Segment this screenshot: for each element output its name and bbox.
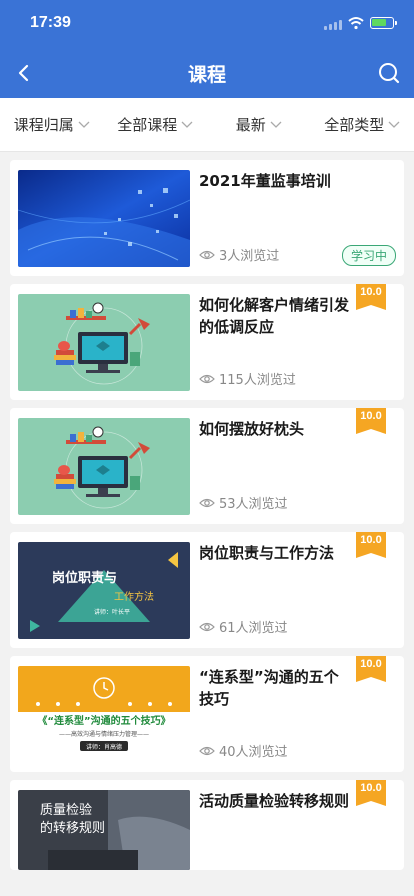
filter-all-types[interactable]: 全部类型 xyxy=(311,98,414,151)
filter-sort[interactable]: 最新 xyxy=(207,98,311,151)
course-card[interactable]: 质量检验 的转移规则 活动质量检验转移规则 10.0 xyxy=(10,780,404,870)
view-count: 3人浏览过 xyxy=(199,245,279,264)
filter-all-courses[interactable]: 全部课程 xyxy=(104,98,208,151)
chevron-down-icon xyxy=(181,121,193,128)
wifi-icon xyxy=(348,17,364,30)
filter-label: 课程归属 xyxy=(13,116,74,134)
view-count-text: 40人浏览过 xyxy=(219,745,288,760)
course-card[interactable]: 如何化解客户情绪引发的低调反应 115人浏览过 10.0 xyxy=(10,284,404,400)
eye-icon xyxy=(199,374,215,383)
status-time: 17:39 xyxy=(30,14,71,31)
score-value: 10.0 xyxy=(360,782,382,794)
eye-icon xyxy=(199,250,215,259)
thumb-text-line1: 岗位职责与 xyxy=(52,570,117,586)
score-value: 10.0 xyxy=(360,286,382,298)
view-count-text: 61人浏览过 xyxy=(219,621,288,636)
thumb-text-line1: 质量检验 xyxy=(40,802,92,818)
filter-label: 最新 xyxy=(235,116,266,134)
course-card[interactable]: 2021年董监事培训 3人浏览过 学习中 xyxy=(10,160,404,276)
score-badge: 10.0 xyxy=(356,408,386,438)
course-title: 岗位职责与工作方法 xyxy=(199,544,335,562)
course-title: 活动质量检验转移规则 xyxy=(199,792,350,810)
course-card[interactable]: 如何摆放好枕头 53人浏览过 10.0 xyxy=(10,408,404,524)
course-title: “连系型”沟通的五个技巧 xyxy=(199,668,339,708)
thumb-text-line3: 讲师：叶长平 xyxy=(94,608,130,616)
view-count: 40人浏览过 xyxy=(199,741,288,760)
status-bar: 17:39 xyxy=(0,0,414,48)
thumb-text-line3: 讲师：肖高德 xyxy=(86,743,122,751)
eye-icon xyxy=(199,746,215,755)
course-title: 如何化解客户情绪引发的低调反应 xyxy=(199,296,350,336)
eye-icon xyxy=(199,622,215,631)
filter-bar: 课程归属 全部课程 最新 全部类型 xyxy=(0,98,414,152)
course-card[interactable]: 岗位职责与 工作方法 讲师：叶长平 岗位职责与工作方法 61人浏览过 10.0 xyxy=(10,532,404,648)
chevron-down-icon xyxy=(270,121,282,128)
status-badge: 学习中 xyxy=(341,245,396,266)
search-icon[interactable] xyxy=(376,60,402,86)
thumb-text-line2: ——高效沟通与情绪压力管理—— xyxy=(59,730,149,738)
score-badge: 10.0 xyxy=(356,780,386,810)
filter-course-owner[interactable]: 课程归属 xyxy=(0,98,104,151)
cellular-signal-icon xyxy=(324,20,342,30)
thumb-text-line1: 《“连系型”沟通的五个技巧》 xyxy=(37,714,170,727)
thumb-text-line2: 的转移规则 xyxy=(40,820,105,836)
view-count: 53人浏览过 xyxy=(199,493,288,512)
course-thumbnail xyxy=(18,418,190,515)
view-count: 61人浏览过 xyxy=(199,617,288,636)
course-title: 如何摆放好枕头 xyxy=(199,420,305,438)
chevron-down-icon xyxy=(388,121,400,128)
course-thumbnail xyxy=(18,170,190,267)
filter-label: 全部课程 xyxy=(117,116,178,134)
course-card[interactable]: 《“连系型”沟通的五个技巧》 ——高效沟通与情绪压力管理—— 讲师：肖高德 “连… xyxy=(10,656,404,772)
course-title: 2021年董监事培训 xyxy=(199,172,331,190)
view-count-text: 3人浏览过 xyxy=(219,249,280,264)
nav-bar: 课程 xyxy=(0,48,414,98)
score-badge: 10.0 xyxy=(356,656,386,686)
view-count: 115人浏览过 xyxy=(199,369,296,388)
view-count-text: 53人浏览过 xyxy=(219,497,288,512)
score-value: 10.0 xyxy=(360,658,382,670)
course-thumbnail xyxy=(18,294,190,391)
thumb-text-line2: 工作方法 xyxy=(114,590,154,603)
battery-icon xyxy=(370,17,397,29)
course-thumbnail: 质量检验 的转移规则 xyxy=(18,790,190,870)
course-thumbnail: 《“连系型”沟通的五个技巧》 ——高效沟通与情绪压力管理—— 讲师：肖高德 xyxy=(18,666,190,763)
course-thumbnail: 岗位职责与 工作方法 讲师：叶长平 xyxy=(18,542,190,639)
eye-icon xyxy=(199,498,215,507)
score-badge: 10.0 xyxy=(356,284,386,314)
page-title: 课程 xyxy=(187,64,226,86)
score-value: 10.0 xyxy=(360,410,382,422)
chevron-down-icon xyxy=(78,121,90,128)
filter-label: 全部类型 xyxy=(324,116,385,134)
score-value: 10.0 xyxy=(360,534,382,546)
course-list: 2021年董监事培训 3人浏览过 学习中 如何化解客户情绪引发的低调反应 115… xyxy=(10,160,404,870)
score-badge: 10.0 xyxy=(356,532,386,562)
view-count-text: 115人浏览过 xyxy=(219,373,296,388)
